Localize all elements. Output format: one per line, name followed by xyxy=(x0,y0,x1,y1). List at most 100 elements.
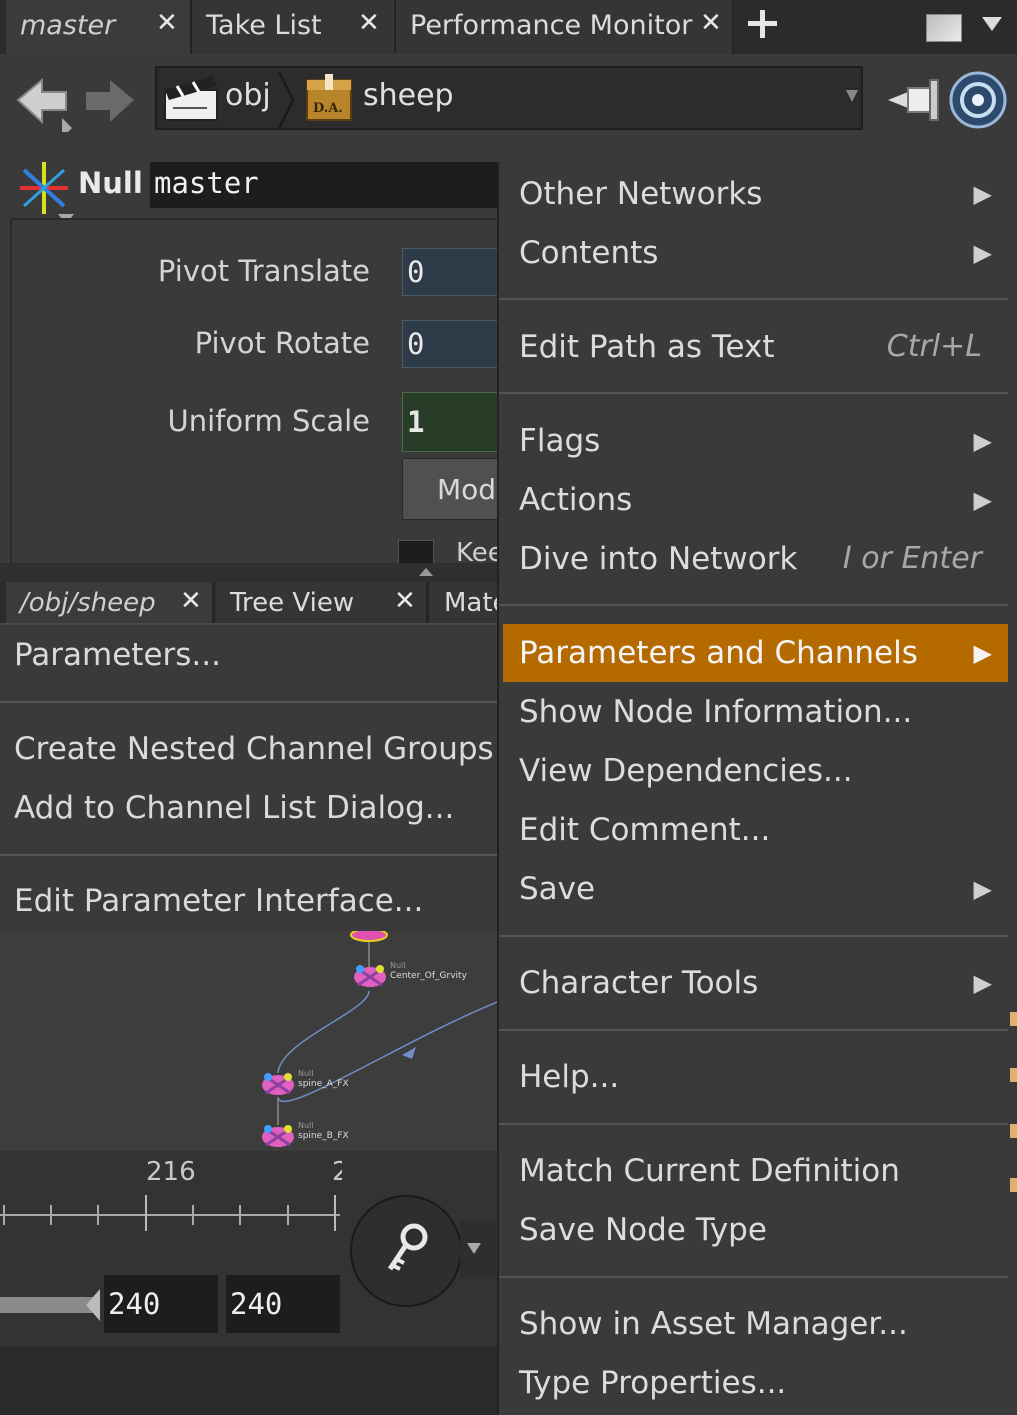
path-bar: obj D.A. sheep xyxy=(0,54,1017,146)
maximize-icon[interactable] xyxy=(926,14,962,42)
timeline-ruler[interactable] xyxy=(0,1191,340,1235)
close-icon[interactable]: ✕ xyxy=(394,586,416,616)
tab-label: master xyxy=(20,10,116,41)
back-arrow-icon[interactable] xyxy=(14,77,74,138)
pivot-rotate-field[interactable]: 0 xyxy=(402,320,512,368)
menu-item-character-tools[interactable]: Character Tools xyxy=(519,965,758,1001)
timeline-tick-label: 216 xyxy=(146,1157,196,1187)
menu-item-parameters[interactable]: Parameters... xyxy=(14,637,221,673)
timeline-tick-label: 2 xyxy=(332,1157,342,1187)
param-label: Uniform Scale xyxy=(167,404,370,438)
null-node-icon xyxy=(354,965,386,987)
background-pane-edge xyxy=(1008,162,1017,1415)
menu-separator xyxy=(499,392,1008,394)
pin-icon[interactable] xyxy=(886,76,942,128)
menu-item-other-networks[interactable]: Other Networks xyxy=(519,176,762,212)
chevron-down-icon[interactable] xyxy=(460,1221,496,1277)
menu-item-flags[interactable]: Flags xyxy=(519,423,600,459)
menu-separator xyxy=(499,1276,1008,1278)
menu-item-dive-into-network[interactable]: Dive into Network xyxy=(519,541,797,577)
menu-item-create-nested-channel-groups[interactable]: Create Nested Channel Groups xyxy=(14,731,494,767)
uniform-scale-field[interactable]: 1 xyxy=(402,392,512,452)
node-name-label: spine_B_FX xyxy=(298,1131,349,1141)
tab-material[interactable]: Mate xyxy=(430,582,500,624)
tab-label: /obj/sheep xyxy=(20,588,156,618)
playbar: 216 2 240 240 xyxy=(0,1151,500,1347)
node-name-field[interactable]: master xyxy=(150,162,510,208)
pivot-translate-field[interactable]: 0 xyxy=(402,248,512,296)
tab-obj-sheep[interactable]: /obj/sheep ✕ xyxy=(6,582,214,624)
node-center-of-gravity[interactable]: Null Center_Of_Grvity xyxy=(352,961,467,995)
menu-item-match-current-definition[interactable]: Match Current Definition xyxy=(519,1153,900,1189)
menu-item-contents[interactable]: Contents xyxy=(519,235,658,271)
tab-label: Tree View xyxy=(230,588,355,618)
node-name-label: Center_Of_Grvity xyxy=(390,971,467,981)
status-bar xyxy=(0,1347,500,1415)
path-segment-sheep[interactable]: sheep xyxy=(363,78,454,113)
menu-separator xyxy=(499,1029,1008,1031)
forward-arrow-icon[interactable] xyxy=(84,78,140,128)
menu-item-help[interactable]: Help... xyxy=(519,1059,619,1095)
pane-divider[interactable] xyxy=(0,563,500,582)
submenu-arrow-icon: ▶ xyxy=(973,239,992,267)
radial-menu-icon[interactable] xyxy=(948,70,1008,134)
node-spine-a-fx[interactable]: Null spine_A_FX xyxy=(260,1069,349,1103)
chevron-down-icon[interactable] xyxy=(845,88,859,108)
slider-handle-icon[interactable] xyxy=(84,1289,102,1321)
submenu-arrow-icon: ▶ xyxy=(973,639,992,667)
menu-item-save[interactable]: Save xyxy=(519,871,595,907)
digital-asset-icon: D.A. xyxy=(303,72,355,124)
path-segment-obj[interactable]: obj xyxy=(225,78,271,113)
range-slider[interactable] xyxy=(0,1297,96,1313)
tab-tree-view[interactable]: Tree View ✕ xyxy=(216,582,428,624)
close-icon[interactable]: ✕ xyxy=(358,8,380,38)
menu-item-add-to-channel-list[interactable]: Add to Channel List Dialog... xyxy=(14,790,454,826)
menu-separator xyxy=(0,854,500,856)
plus-icon[interactable] xyxy=(746,4,780,44)
tab-master[interactable]: master ✕ xyxy=(6,0,192,54)
menu-item-view-dependencies[interactable]: View Dependencies... xyxy=(519,753,853,789)
node-header: Null master xyxy=(0,146,510,224)
menu-item-show-in-asset-manager[interactable]: Show in Asset Manager... xyxy=(519,1306,908,1342)
node-context-menu: Other Networks ▶ Contents ▶ Edit Path as… xyxy=(497,162,1008,1415)
menu-separator xyxy=(499,935,1008,937)
param-label: Pivot Translate xyxy=(157,254,370,288)
tab-performance-monitor[interactable]: Performance Monitor ✕ xyxy=(396,0,734,54)
key-icon xyxy=(387,1223,428,1271)
menu-item-parameters-and-channels[interactable]: Parameters and Channels xyxy=(519,635,918,671)
network-view[interactable]: Null Center_Of_Grvity Null spine_A_FX Nu… xyxy=(0,931,500,1151)
tab-label: Performance Monitor xyxy=(410,10,693,41)
menu-item-edit-comment[interactable]: Edit Comment... xyxy=(519,812,770,848)
network-tab-bar: /obj/sheep ✕ Tree View ✕ Mate xyxy=(0,582,500,624)
menu-item-type-properties[interactable]: Type Properties... xyxy=(519,1365,786,1401)
node-name-label: spine_A_FX xyxy=(298,1079,349,1089)
range-end-field[interactable]: 240 xyxy=(226,1275,340,1333)
close-icon[interactable]: ✕ xyxy=(156,8,178,38)
close-icon[interactable]: ✕ xyxy=(180,586,202,616)
parameters-submenu: Parameters... Create Nested Channel Grou… xyxy=(0,623,500,933)
range-start-field[interactable]: 240 xyxy=(104,1275,218,1333)
modify-button[interactable]: Mod xyxy=(402,458,512,520)
menu-separator xyxy=(499,1123,1008,1125)
svg-text:D.A.: D.A. xyxy=(313,101,343,116)
tab-take-list[interactable]: Take List ✕ xyxy=(192,0,396,54)
clapperboard-icon xyxy=(163,74,219,122)
submenu-arrow-icon: ▶ xyxy=(973,180,992,208)
pane-tab-bar: master ✕ Take List ✕ Performance Monitor… xyxy=(0,0,1017,54)
close-icon[interactable]: ✕ xyxy=(700,8,722,38)
menu-item-edit-parameter-interface[interactable]: Edit Parameter Interface... xyxy=(14,883,423,919)
menu-item-edit-path-as-text[interactable]: Edit Path as Text xyxy=(519,329,775,365)
auto-key-button[interactable] xyxy=(350,1195,462,1307)
node-type-label: Null xyxy=(390,961,406,970)
tab-label: Mate xyxy=(444,588,500,618)
menu-item-actions[interactable]: Actions xyxy=(519,482,632,518)
submenu-arrow-icon: ▶ xyxy=(973,969,992,997)
submenu-arrow-icon: ▶ xyxy=(973,875,992,903)
menu-item-show-node-information[interactable]: Show Node Information... xyxy=(519,694,912,730)
modify-button-label: Mod xyxy=(437,473,497,506)
null-node-icon xyxy=(14,158,74,224)
menu-item-save-node-type[interactable]: Save Node Type xyxy=(519,1212,767,1248)
path-field[interactable]: obj D.A. sheep xyxy=(155,66,863,130)
chevron-down-icon[interactable] xyxy=(980,14,1004,38)
menu-separator xyxy=(499,298,1008,300)
